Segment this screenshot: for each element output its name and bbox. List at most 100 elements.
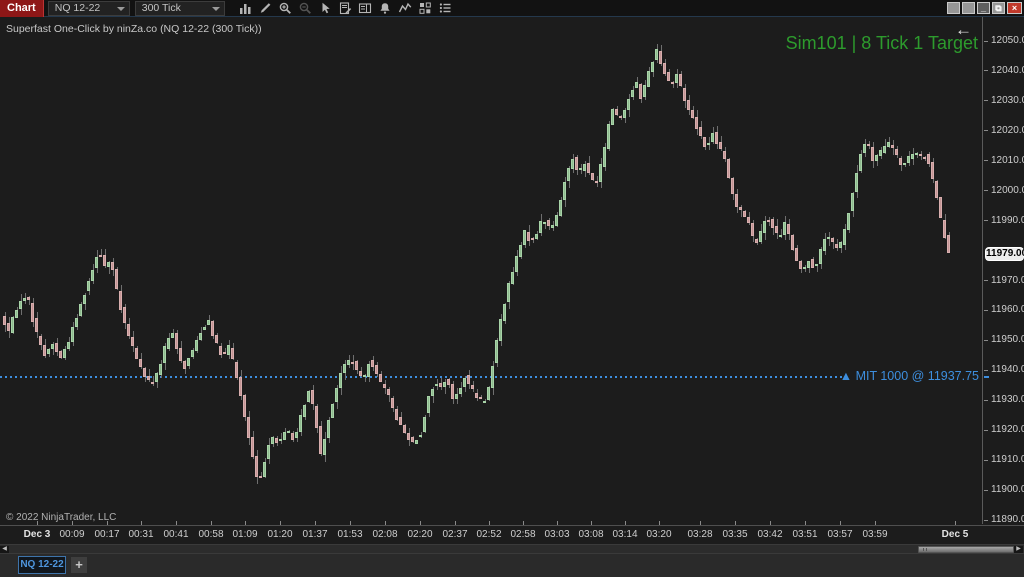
price-axis-label: 12000.00 xyxy=(991,185,1024,196)
candle xyxy=(935,181,938,198)
price-axis-tick xyxy=(984,100,988,101)
tab-nq-12-22[interactable]: NQ 12-22 xyxy=(18,556,66,574)
interval-link-button[interactable] xyxy=(962,2,975,14)
restore-button[interactable]: ⧉ xyxy=(992,2,1005,14)
price-axis-tick xyxy=(984,430,988,431)
time-axis-label: 03:57 xyxy=(827,529,852,540)
mit-order-label[interactable]: ▲ MIT 1000 @ 11937.75 xyxy=(840,369,979,383)
copyright-text: © 2022 NinjaTrader, LLC xyxy=(6,512,116,523)
candle xyxy=(923,157,926,159)
scrollbar-thumb[interactable] xyxy=(918,546,1014,553)
data-box-icon[interactable] xyxy=(337,1,354,16)
time-axis[interactable]: Dec 300:0900:1700:3100:4100:5801:0901:20… xyxy=(0,525,1024,544)
candle xyxy=(603,147,606,166)
chart-series-label: Superfast One-Click by ninZa.co (NQ 12-2… xyxy=(6,23,262,35)
alerts-icon[interactable] xyxy=(377,1,394,16)
candle xyxy=(279,439,282,441)
price-axis-tick xyxy=(984,460,988,461)
candle xyxy=(755,239,758,243)
candle xyxy=(511,272,514,284)
candle xyxy=(467,375,470,384)
scroll-left-icon[interactable]: ◀ xyxy=(0,546,9,553)
back-arrow-icon[interactable]: ← xyxy=(955,21,972,38)
candle xyxy=(735,194,738,207)
price-axis-tick xyxy=(984,340,988,341)
time-axis-tick xyxy=(72,521,73,525)
price-axis-label: 11890.00 xyxy=(991,514,1024,525)
candle xyxy=(551,225,554,229)
candle xyxy=(919,154,922,156)
minimize-button[interactable]: _ xyxy=(977,2,990,14)
price-axis[interactable]: 11979.00 12050.0012040.0012030.0012020.0… xyxy=(984,17,1024,524)
candle xyxy=(299,415,302,432)
candle xyxy=(287,431,290,433)
candle xyxy=(19,301,22,309)
candle xyxy=(111,262,114,269)
cursor-icon[interactable] xyxy=(317,1,334,16)
candle xyxy=(367,364,370,377)
candle xyxy=(223,352,226,354)
candle xyxy=(555,215,558,227)
account-banner: Sim101 | 8 Tick 1 Target xyxy=(786,33,978,54)
price-axis-label: 12030.00 xyxy=(991,95,1024,106)
candle xyxy=(779,235,782,237)
candle xyxy=(255,456,258,477)
candle xyxy=(547,220,550,226)
zoom-in-icon[interactable] xyxy=(277,1,294,16)
price-axis-tick xyxy=(984,41,988,42)
candle xyxy=(791,235,794,250)
candle xyxy=(891,145,894,149)
candle xyxy=(543,222,546,224)
candle xyxy=(811,259,814,268)
candle xyxy=(503,304,506,322)
time-axis-label: 03:20 xyxy=(646,529,671,540)
candle xyxy=(323,439,326,455)
candle xyxy=(67,342,70,349)
drawing-tools-icon[interactable] xyxy=(257,1,274,16)
chart-plot-area[interactable]: Superfast One-Click by ninZa.co (NQ 12-2… xyxy=(0,17,983,524)
time-axis-label: 03:35 xyxy=(722,529,747,540)
time-axis-tick xyxy=(625,521,626,525)
candle xyxy=(411,437,414,442)
candle xyxy=(339,373,342,388)
indicators-icon[interactable] xyxy=(397,1,414,16)
horizontal-scrollbar[interactable]: ◀ ▶ xyxy=(0,544,1024,553)
candle xyxy=(351,362,354,364)
candle xyxy=(775,226,778,233)
candle xyxy=(179,348,182,362)
mit-order-line[interactable] xyxy=(0,376,845,378)
time-axis-label: 03:42 xyxy=(757,529,782,540)
interval-dropdown[interactable]: 300 Tick xyxy=(135,1,225,16)
scroll-right-icon[interactable]: ▶ xyxy=(1014,546,1023,553)
instrument-dropdown[interactable]: NQ 12-22 xyxy=(48,1,130,16)
chart-style-icon[interactable] xyxy=(237,1,254,16)
properties-icon[interactable] xyxy=(437,1,454,16)
candle xyxy=(863,144,866,153)
candle xyxy=(887,142,890,147)
close-button[interactable]: × xyxy=(1007,2,1022,14)
price-axis-label: 11900.00 xyxy=(991,484,1024,495)
candle xyxy=(319,426,322,455)
candle xyxy=(619,116,622,118)
candle xyxy=(579,168,582,170)
time-axis-tick xyxy=(735,521,736,525)
time-axis-label: 03:28 xyxy=(687,529,712,540)
candle xyxy=(827,237,830,239)
chart-trader-icon[interactable] xyxy=(357,1,374,16)
candle xyxy=(435,384,438,386)
strategies-icon[interactable] xyxy=(417,1,434,16)
candle xyxy=(763,221,766,233)
add-tab-button[interactable]: + xyxy=(71,557,87,573)
candle xyxy=(291,433,294,440)
candle xyxy=(295,432,298,439)
candle xyxy=(195,340,198,351)
candle xyxy=(851,193,854,211)
candle xyxy=(679,74,682,86)
candle xyxy=(247,417,250,438)
instrument-link-button[interactable] xyxy=(947,2,960,14)
candle xyxy=(759,231,762,243)
candle xyxy=(71,327,74,342)
candle xyxy=(3,316,6,325)
candle xyxy=(171,333,174,338)
price-axis-tick xyxy=(984,310,988,311)
